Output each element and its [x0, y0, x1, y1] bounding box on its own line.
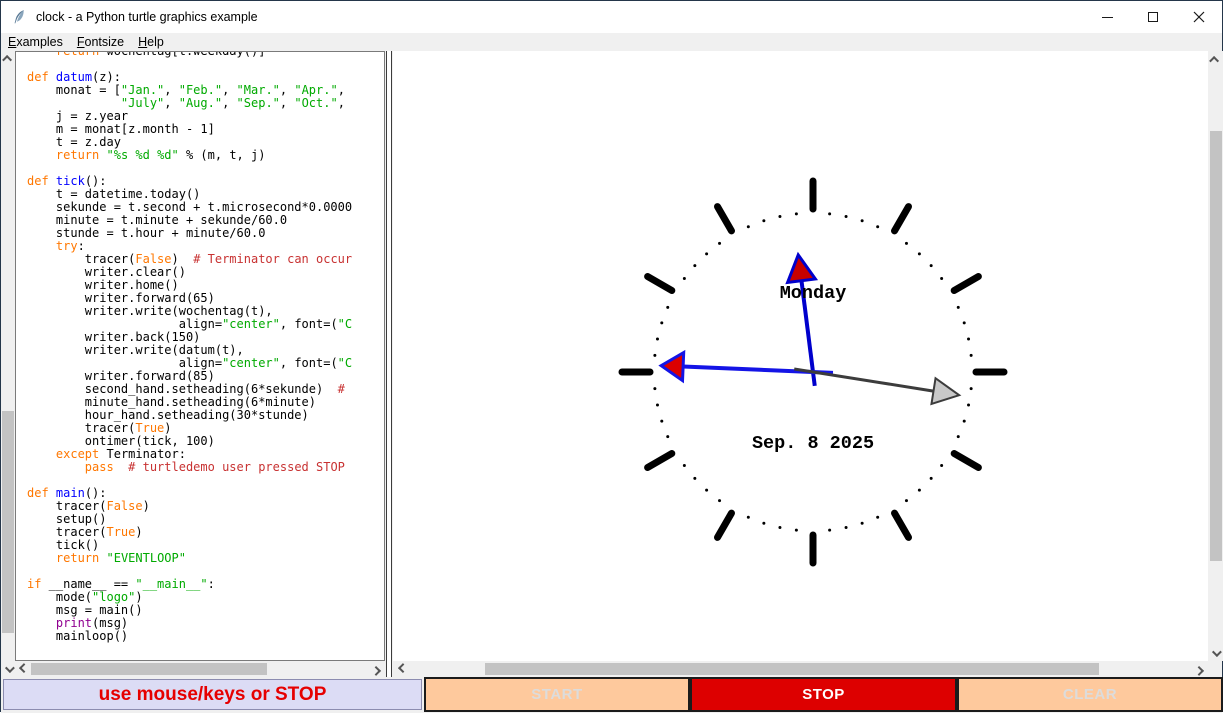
hour-hand-arrow — [788, 255, 816, 283]
close-button[interactable] — [1176, 2, 1222, 33]
editor-horizontal-scrollbar[interactable] — [15, 661, 385, 677]
clear-button[interactable]: CLEAR — [957, 677, 1223, 712]
code-editor[interactable]: return wochentag[t.weekday()]def datum(z… — [15, 51, 385, 661]
python-app-icon — [11, 9, 27, 25]
maximize-button[interactable] — [1130, 2, 1176, 33]
canvas-horizontal-scrollbar[interactable] — [393, 661, 1208, 677]
clock-hands — [661, 255, 959, 404]
pane-sash-handle — [386, 51, 392, 677]
editor-scroll-right-button[interactable] — [370, 661, 385, 677]
editor-scroll-left-button[interactable] — [15, 661, 30, 677]
chevron-left-icon — [19, 663, 29, 673]
canvas-vertical-scrollbar[interactable] — [1208, 51, 1223, 661]
minimize-icon — [1102, 17, 1113, 18]
chevron-down-icon — [1212, 647, 1222, 657]
close-icon — [1193, 11, 1205, 23]
start-button[interactable]: START — [424, 677, 690, 712]
clock-weekday-label: Monday — [780, 283, 847, 304]
canvas-scroll-right-button[interactable] — [1192, 661, 1208, 677]
turtle-canvas[interactable]: Monday Sep. 8 2025 — [393, 51, 1208, 661]
chevron-right-icon — [371, 665, 381, 675]
code-line: pass # turtledemo user pressed STOP — [27, 461, 352, 474]
canvas-vertical-thumb[interactable] — [1210, 131, 1222, 561]
chevron-right-icon — [1194, 665, 1204, 675]
bottom-bar: use mouse/keys or STOP START STOP CLEAR — [1, 677, 1222, 713]
chevron-up-icon — [1209, 55, 1219, 65]
editor-vertical-scrollbar[interactable] — [1, 51, 15, 677]
editor-horizontal-thumb[interactable] — [31, 663, 267, 675]
canvas-horizontal-thumb[interactable] — [485, 663, 1099, 675]
editor-scrollbar-thumb[interactable] — [2, 411, 14, 633]
chevron-down-icon — [4, 663, 14, 673]
minute-hand-arrow — [661, 353, 684, 381]
pane-sash[interactable] — [385, 51, 393, 677]
editor-scroll-down-button[interactable] — [1, 662, 15, 677]
clock-graphic: Monday Sep. 8 2025 — [393, 51, 1208, 661]
stop-button[interactable]: STOP — [690, 677, 957, 712]
menu-help[interactable]: Help — [131, 34, 171, 50]
code-line: mainloop() — [27, 630, 352, 643]
menu-fontsize[interactable]: Fontsize — [70, 34, 131, 50]
editor-scroll-up-button[interactable] — [1, 51, 15, 66]
status-message: use mouse/keys or STOP — [3, 679, 422, 710]
window-controls — [1084, 2, 1222, 33]
chevron-up-icon — [2, 55, 12, 65]
canvas-scroll-left-button[interactable] — [393, 661, 409, 677]
chevron-left-icon — [397, 663, 407, 673]
code-line: return "EVENTLOOP" — [27, 552, 352, 565]
canvas-scroll-down-button[interactable] — [1208, 645, 1223, 661]
menu-examples[interactable]: Examples — [1, 34, 70, 50]
app-window: clock - a Python turtle graphics example… — [0, 0, 1223, 712]
code-area: return wochentag[t.weekday()]def datum(z… — [27, 51, 352, 643]
maximize-icon — [1148, 12, 1158, 22]
code-line: return wochentag[t.weekday()] — [27, 51, 352, 58]
clock-date-label: Sep. 8 2025 — [752, 433, 874, 454]
minimize-button[interactable] — [1084, 2, 1130, 33]
title-bar: clock - a Python turtle graphics example — [1, 1, 1222, 33]
second-hand-arrow — [931, 378, 959, 404]
menu-bar: Examples Fontsize Help — [1, 33, 1222, 51]
canvas-scroll-up-button[interactable] — [1208, 51, 1223, 67]
window-title: clock - a Python turtle graphics example — [36, 10, 1084, 24]
code-line: return "%s %d %d" % (m, t, j) — [27, 149, 352, 162]
